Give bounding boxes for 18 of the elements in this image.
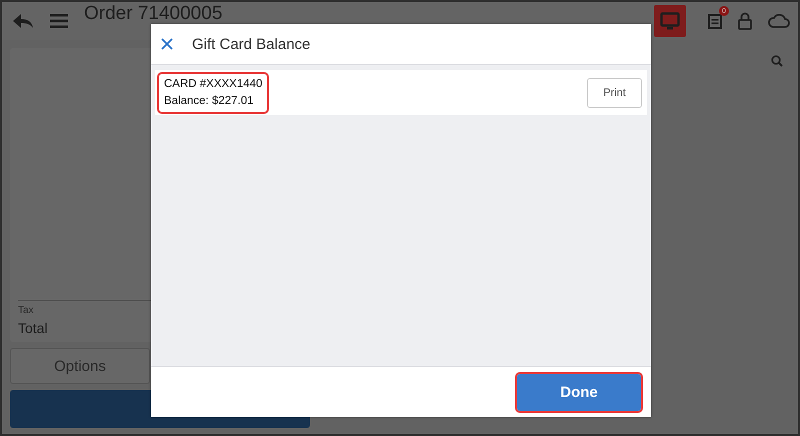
lock-icon[interactable] xyxy=(738,12,752,30)
order-title: Order 71400005 xyxy=(84,4,222,24)
card-text: Balance: $227.01 xyxy=(164,94,255,108)
card-text: CARD #XXXX1440 xyxy=(164,76,262,92)
back-icon[interactable] xyxy=(12,12,34,30)
done-button[interactable]: Done xyxy=(517,374,641,410)
monitor-icon[interactable] xyxy=(660,12,680,30)
summary-label: Total xyxy=(18,320,49,336)
menu-icon[interactable] xyxy=(50,14,68,28)
options-button[interactable]: Options xyxy=(10,348,150,384)
search-icon[interactable] xyxy=(771,55,783,67)
print-button[interactable]: Print xyxy=(587,78,642,108)
dialog-title: Gift Card Balance xyxy=(192,36,310,52)
display-button[interactable] xyxy=(654,5,686,37)
summary-label: Tax xyxy=(18,305,35,316)
receipt-icon[interactable] xyxy=(708,13,722,29)
close-icon[interactable] xyxy=(161,38,173,50)
cloud-icon[interactable] xyxy=(768,14,790,28)
